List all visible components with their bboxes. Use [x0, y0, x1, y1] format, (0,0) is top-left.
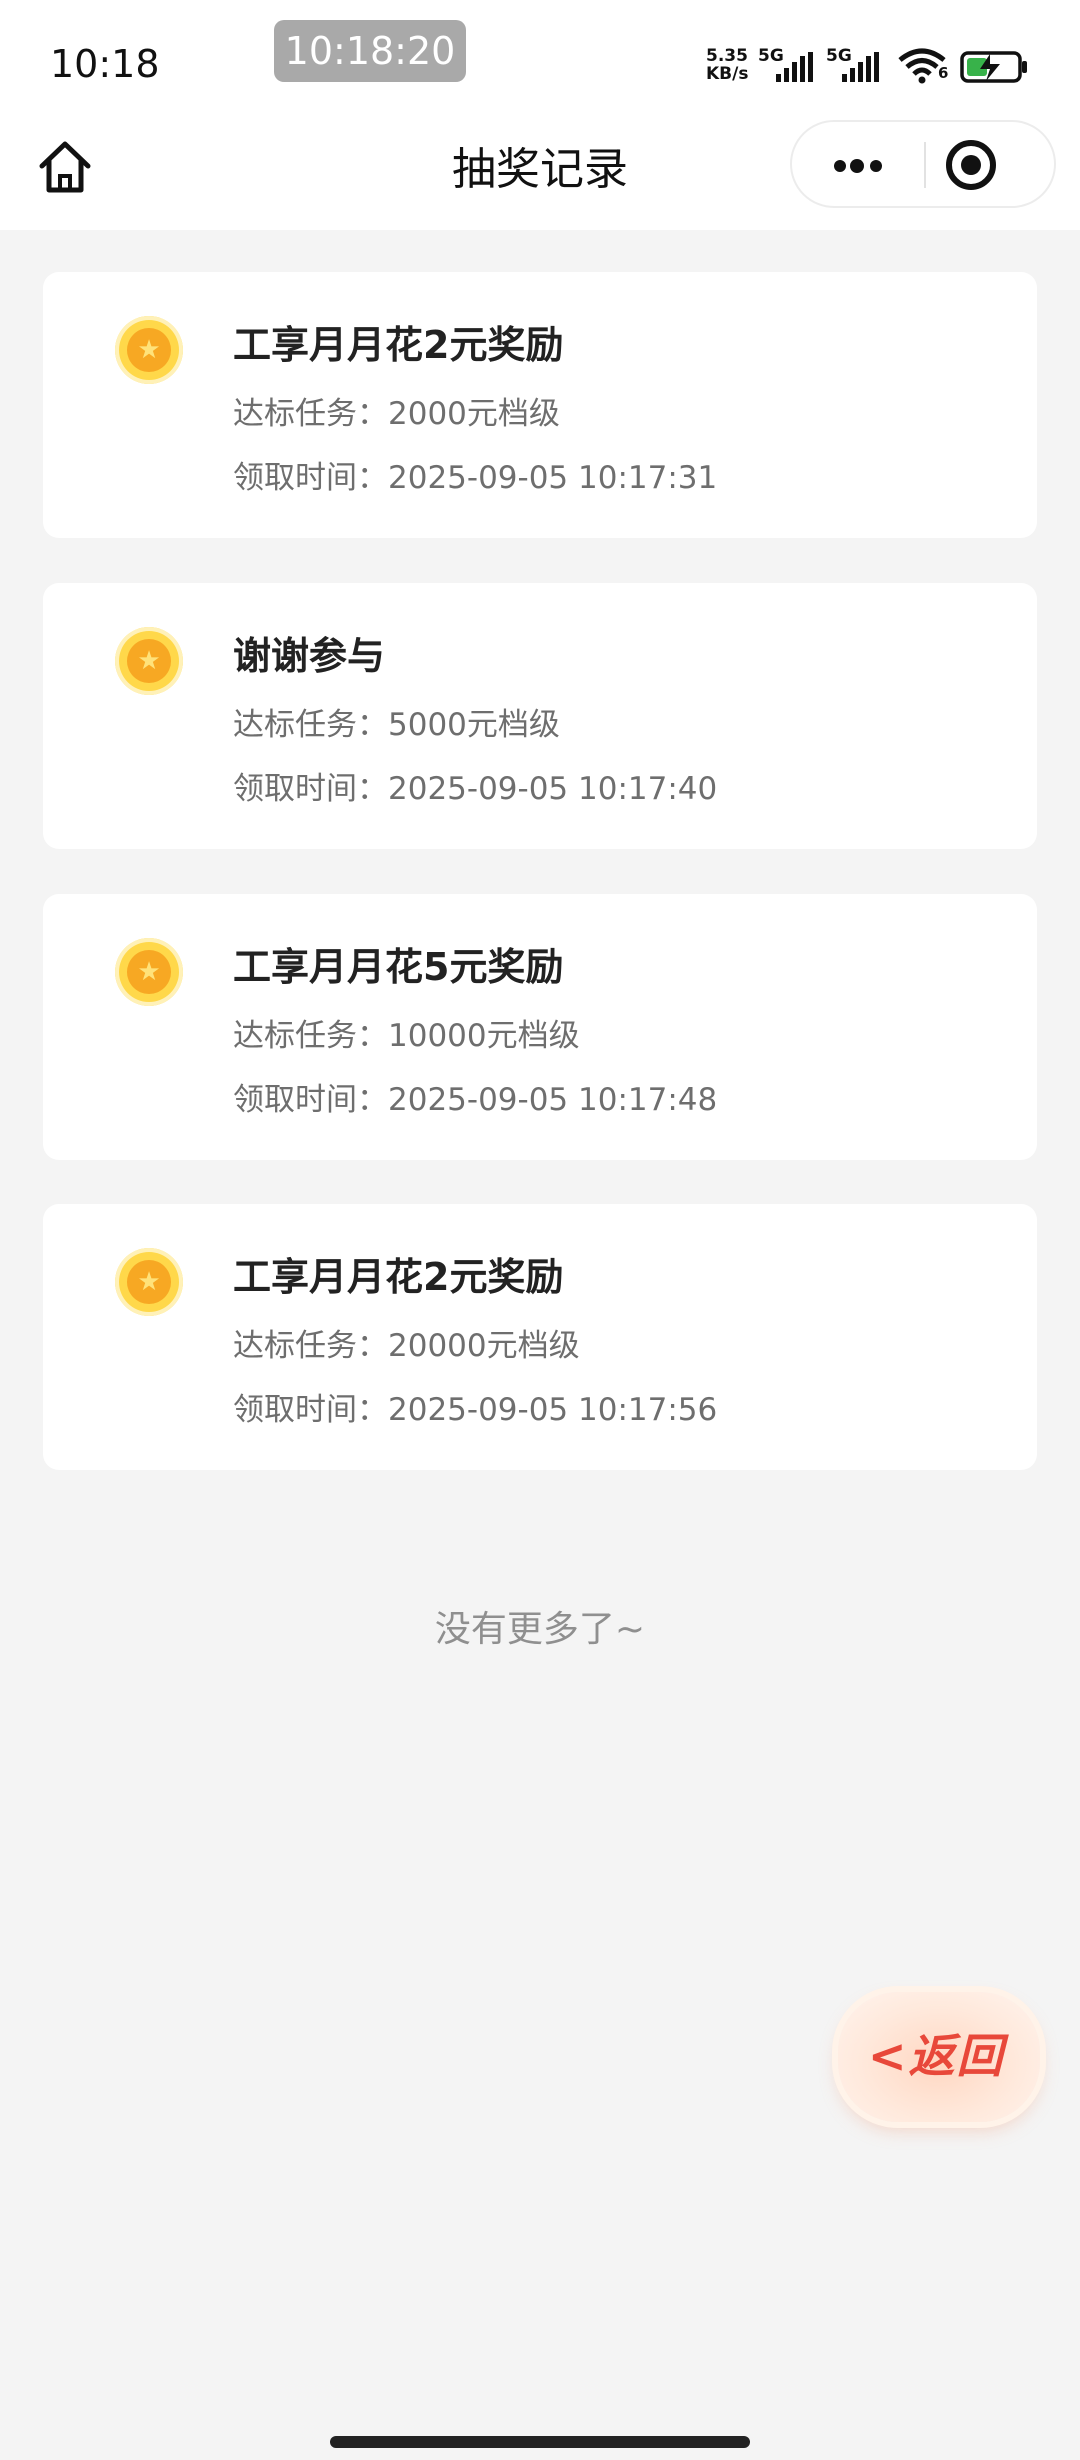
battery-charging-icon	[960, 51, 1027, 83]
nav-bar: 抽奖记录	[0, 120, 1080, 230]
screen: 10:18 10:18:20 5.35 KB/s 5G 5G 6 抽奖记录 ★ …	[0, 0, 1080, 2460]
no-more-text: 没有更多了~	[434, 1609, 646, 1650]
record-time: 领取时间：2025-09-05 10:17:31	[233, 452, 717, 497]
screen-recording-timer: 10:18:20	[274, 20, 466, 82]
task-label: 达标任务：	[233, 396, 388, 432]
task-value: 20000元档级	[388, 1328, 580, 1364]
signal-bars-icon	[776, 52, 813, 82]
status-time: 10:18	[50, 42, 160, 86]
task-value: 2000元档级	[388, 396, 560, 432]
time-value: 2025-09-05 10:17:48	[388, 1082, 718, 1118]
task-label: 达标任务：	[233, 707, 388, 743]
more-dot-icon	[870, 160, 882, 172]
time-label: 领取时间：	[233, 771, 388, 807]
task-label: 达标任务：	[233, 1018, 388, 1054]
time-value: 2025-09-05 10:17:31	[388, 460, 718, 496]
task-value: 5000元档级	[388, 707, 560, 743]
record-time: 领取时间：2025-09-05 10:17:56	[233, 1384, 717, 1429]
record-task: 达标任务：5000元档级	[233, 699, 560, 744]
page-title: 抽奖记录	[452, 144, 628, 195]
time-value: 2025-09-05 10:17:40	[388, 771, 718, 807]
time-label: 领取时间：	[233, 1392, 388, 1428]
net-speed-unit: KB/s	[706, 64, 749, 84]
medal-icon: ★	[115, 316, 183, 384]
record-card: ★ 工享月月花2元奖励 达标任务：20000元档级 领取时间：2025-09-0…	[43, 1204, 1037, 1470]
record-card: ★ 工享月月花2元奖励 达标任务：2000元档级 领取时间：2025-09-05…	[43, 272, 1037, 538]
record-time: 领取时间：2025-09-05 10:17:48	[233, 1074, 717, 1119]
miniprogram-capsule	[790, 120, 1056, 208]
home-indicator[interactable]	[330, 2436, 750, 2448]
more-dot-icon	[834, 160, 846, 172]
more-menu-button[interactable]	[792, 122, 924, 206]
time-label: 领取时间：	[233, 1082, 388, 1118]
record-time: 领取时间：2025-09-05 10:17:40	[233, 763, 717, 808]
back-button-label: <返回	[868, 2029, 1005, 2083]
record-task: 达标任务：10000元档级	[233, 1010, 580, 1055]
record-card: ★ 谢谢参与 达标任务：5000元档级 领取时间：2025-09-05 10:1…	[43, 583, 1037, 849]
record-title: 工享月月花2元奖励	[233, 1255, 564, 1299]
record-card: ★ 工享月月花5元奖励 达标任务：10000元档级 领取时间：2025-09-0…	[43, 894, 1037, 1160]
medal-icon: ★	[115, 938, 183, 1006]
capsule-divider	[924, 142, 926, 188]
record-title: 工享月月花5元奖励	[233, 945, 564, 989]
record-title: 工享月月花2元奖励	[233, 323, 564, 367]
wifi-6-label: 6	[938, 64, 949, 82]
close-miniprogram-button[interactable]	[946, 140, 996, 190]
time-value: 2025-09-05 10:17:56	[388, 1392, 718, 1428]
record-task: 达标任务：20000元档级	[233, 1320, 580, 1365]
medal-icon: ★	[115, 1248, 183, 1316]
task-label: 达标任务：	[233, 1328, 388, 1364]
record-title: 谢谢参与	[233, 634, 386, 678]
more-dot-icon	[850, 159, 864, 173]
time-label: 领取时间：	[233, 460, 388, 496]
medal-icon: ★	[115, 627, 183, 695]
signal-bars-2-icon	[842, 52, 879, 82]
net-speed-value: 5.35	[706, 46, 748, 66]
record-task: 达标任务：2000元档级	[233, 388, 560, 433]
status-bar: 10:18 10:18:20 5.35 KB/s 5G 5G 6	[0, 0, 1080, 120]
back-button[interactable]: <返回	[838, 1992, 1040, 2122]
home-icon[interactable]	[34, 136, 96, 198]
task-value: 10000元档级	[388, 1018, 580, 1054]
